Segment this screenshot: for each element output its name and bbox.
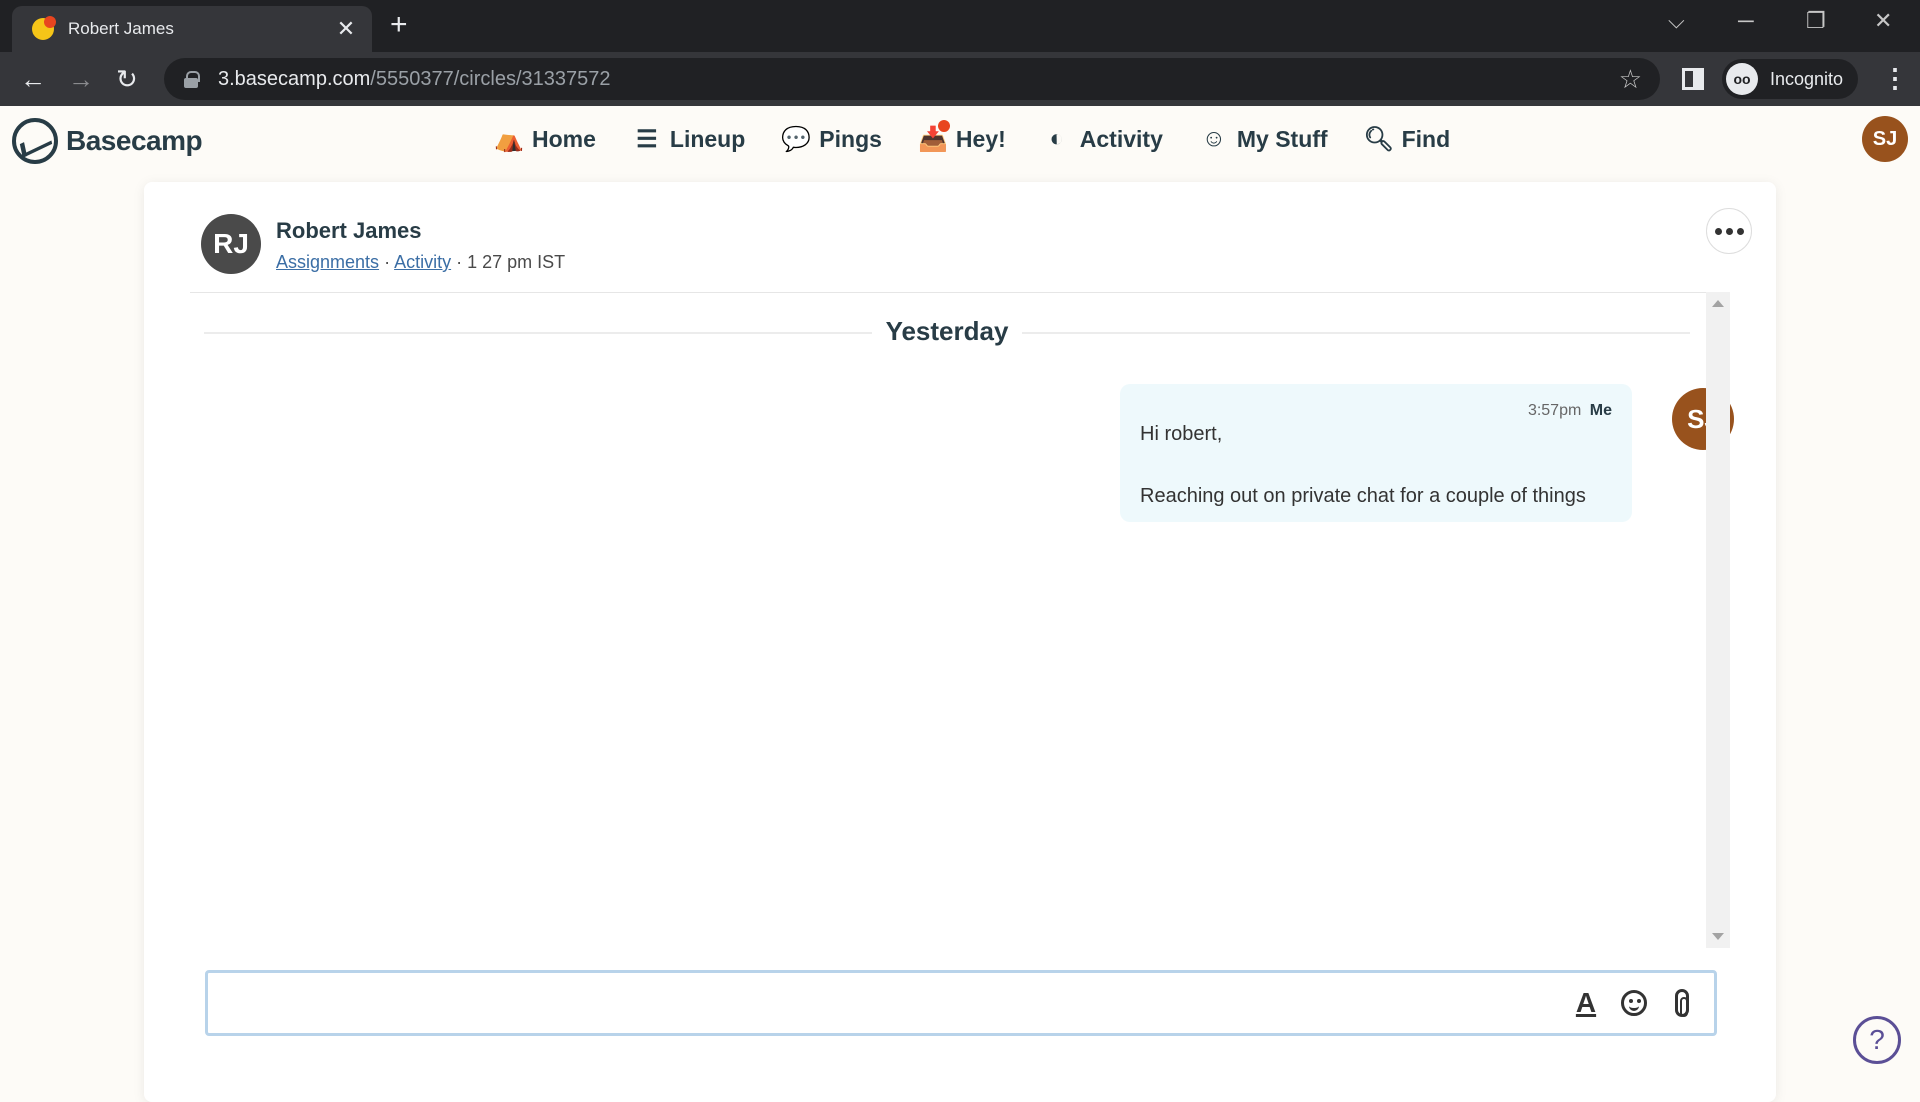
home-icon: ⛺ bbox=[494, 125, 524, 153]
close-tab-icon[interactable]: ✕ bbox=[334, 16, 358, 42]
lock-icon bbox=[184, 71, 200, 88]
ping-header: RJ Robert James Assignments · Activity ·… bbox=[144, 182, 1776, 292]
paperclip-icon bbox=[1675, 989, 1689, 1017]
basecamp-navbar: Basecamp ⛺ Home ☰ Lineup 💬 Pings 📥 Hey! … bbox=[0, 106, 1920, 180]
nav-find[interactable]: 🔍︎ Find bbox=[1363, 124, 1451, 154]
nav-hey[interactable]: 📥 Hey! bbox=[918, 120, 1006, 154]
nav-my-stuff[interactable]: ☺ My Stuff bbox=[1199, 124, 1328, 154]
message-input[interactable] bbox=[208, 973, 1578, 1033]
day-label: Yesterday bbox=[871, 316, 1023, 346]
thread-scrollbar[interactable] bbox=[1706, 292, 1730, 948]
incognito-label: Incognito bbox=[1770, 68, 1844, 89]
nav-home[interactable]: ⛺ Home bbox=[494, 124, 596, 154]
nav-label: My Stuff bbox=[1236, 125, 1328, 152]
bookmark-star-icon[interactable]: ☆ bbox=[1619, 64, 1642, 95]
basecamp-favicon-icon bbox=[32, 16, 56, 40]
restore-button[interactable]: ❐ bbox=[1806, 8, 1826, 34]
message-line: Reaching out on private chat for a coupl… bbox=[1140, 485, 1586, 507]
hey-inbox-icon: 📥 bbox=[918, 120, 950, 154]
basecamp-brand: Basecamp bbox=[66, 125, 203, 156]
message-time: 3:57pm bbox=[1527, 402, 1582, 419]
browser-toolbar: ← → ↻ 3.basecamp.com/5550377/circles/313… bbox=[0, 52, 1920, 106]
forward-button[interactable]: → bbox=[68, 64, 94, 94]
tab-title: Robert James bbox=[68, 19, 174, 38]
nav-activity[interactable]: ◐ Activity bbox=[1042, 124, 1163, 154]
back-button[interactable]: ← bbox=[20, 64, 46, 94]
nav-label: Activity bbox=[1079, 125, 1163, 152]
message-line: Hi robert, bbox=[1140, 423, 1223, 445]
tab-search-icon[interactable]: ⌵ bbox=[1668, 8, 1685, 34]
side-panel-icon[interactable] bbox=[1682, 68, 1704, 90]
separator: · bbox=[456, 252, 468, 272]
header-divider bbox=[190, 292, 1730, 293]
message-meta: 3:57pm Me bbox=[1140, 402, 1612, 420]
lineup-icon: ☰ bbox=[636, 125, 658, 153]
incognito-icon: oo bbox=[1726, 63, 1758, 95]
browser-tab-bar: Robert James ✕ + ⌵ ─ ❐ ✕ bbox=[0, 0, 1920, 52]
more-options-button[interactable] bbox=[1706, 208, 1752, 254]
dot bbox=[1725, 227, 1733, 235]
nav-label: Find bbox=[1401, 125, 1451, 152]
separator: · bbox=[384, 252, 395, 272]
nav-label: Pings bbox=[819, 125, 882, 152]
notification-dot bbox=[937, 120, 950, 132]
incognito-profile-button[interactable]: oo Incognito bbox=[1722, 59, 1858, 99]
activity-icon: ◐ bbox=[1049, 125, 1065, 152]
text-format-icon[interactable]: A bbox=[1572, 987, 1600, 1019]
nav-label: Lineup bbox=[669, 125, 746, 152]
browser-menu-icon[interactable]: ⋮ bbox=[1882, 64, 1908, 92]
reload-button[interactable]: ↻ bbox=[116, 64, 138, 94]
nav-label: Home bbox=[532, 125, 596, 152]
composer-tools: A bbox=[1572, 987, 1696, 1019]
emoji-button[interactable] bbox=[1620, 987, 1648, 1019]
nav-lineup[interactable]: ☰ Lineup bbox=[632, 124, 745, 154]
user-avatar[interactable]: SJ bbox=[1862, 116, 1908, 162]
smiley-icon: ☺ bbox=[1201, 125, 1227, 152]
dot bbox=[1736, 227, 1744, 235]
url-host: 3.basecamp.com bbox=[218, 67, 371, 90]
person-avatar[interactable]: RJ bbox=[201, 214, 261, 274]
nav-pings[interactable]: 💬 Pings bbox=[781, 124, 882, 154]
person-name: Robert James bbox=[276, 218, 422, 243]
minimize-button[interactable]: ─ bbox=[1738, 8, 1754, 34]
message-bubble[interactable]: 3:57pm Me Hi robert, Reaching out on pri… bbox=[1120, 384, 1632, 522]
search-icon: 🔍︎ bbox=[1363, 125, 1394, 153]
basecamp-logo[interactable]: Basecamp bbox=[12, 118, 203, 164]
message-composer[interactable]: A bbox=[205, 970, 1717, 1036]
attach-button[interactable] bbox=[1668, 987, 1696, 1019]
browser-tab[interactable]: Robert James ✕ bbox=[12, 6, 372, 52]
url-path: /5550377/circles/31337572 bbox=[370, 67, 611, 90]
close-window-button[interactable]: ✕ bbox=[1874, 8, 1892, 34]
emoji-icon bbox=[1621, 990, 1647, 1016]
new-tab-button[interactable]: + bbox=[390, 10, 408, 40]
help-button[interactable]: ? bbox=[1853, 1016, 1901, 1064]
day-separator: Yesterday bbox=[190, 316, 1704, 347]
person-meta: Assignments · Activity · 1 27 pm IST bbox=[276, 252, 565, 273]
assignments-link[interactable]: Assignments bbox=[276, 252, 379, 272]
nav-label: Hey! bbox=[955, 125, 1006, 152]
scroll-down-arrow-icon[interactable] bbox=[1712, 933, 1724, 940]
scroll-up-arrow-icon[interactable] bbox=[1712, 300, 1724, 307]
basecamp-logo-icon bbox=[12, 118, 58, 164]
local-time: 1 27 pm IST bbox=[467, 252, 566, 272]
main-menu: ⛺ Home ☰ Lineup 💬 Pings 📥 Hey! ◐ Activit… bbox=[494, 120, 1451, 154]
message-author: Me bbox=[1589, 402, 1612, 419]
activity-link[interactable]: Activity bbox=[394, 252, 451, 272]
message-thread: Yesterday 3:57pm Me Hi robert, Reaching … bbox=[190, 294, 1734, 950]
ping-card: RJ Robert James Assignments · Activity ·… bbox=[144, 182, 1776, 1102]
address-bar[interactable]: 3.basecamp.com/5550377/circles/31337572 … bbox=[164, 58, 1660, 100]
pings-icon: 💬 bbox=[781, 125, 812, 153]
dot bbox=[1714, 227, 1722, 235]
